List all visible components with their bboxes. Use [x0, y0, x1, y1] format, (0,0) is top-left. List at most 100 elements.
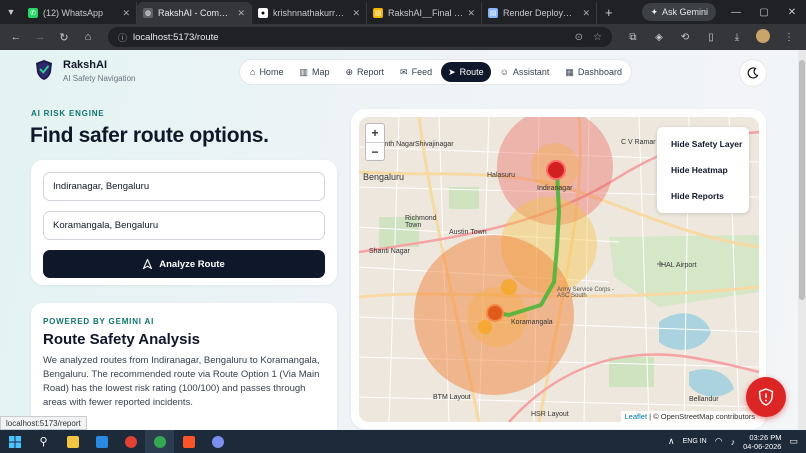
forward-icon[interactable]: →: [30, 27, 50, 47]
kebab-menu-icon[interactable]: ⋮: [778, 32, 800, 43]
map-label: Bengaluru: [363, 172, 405, 182]
theme-toggle-button[interactable]: [739, 59, 767, 87]
ask-gemini-button[interactable]: ✦ Ask Gemini: [642, 3, 716, 21]
main-nav: ⌂ Home ▥ Map ⊕ Report ✉ Feed ➤ Route ☺ Assistant ▦ Da…: [239, 59, 632, 85]
doc-icon: ▤: [488, 8, 498, 18]
brand: RakshAI AI Safety Navigation: [63, 59, 135, 83]
tab-search-icon[interactable]: ▼: [0, 0, 22, 24]
leaflet-link[interactable]: Leaflet: [625, 412, 648, 421]
location-icon[interactable]: ⊙: [575, 32, 583, 43]
map-label: Shanti Nagar: [369, 248, 410, 255]
tab-github[interactable]: ● krishnnathakurr0611-h ✕: [252, 2, 367, 24]
danger-marker[interactable]: [546, 160, 566, 180]
whatsapp-icon: ✆: [28, 8, 38, 18]
clock[interactable]: 03:26 PM 04-06-2026: [743, 433, 781, 451]
analyze-route-button[interactable]: Analyze Route: [43, 250, 325, 278]
osm-attribution: | © OpenStreetMap contributors: [647, 412, 755, 421]
nav-report[interactable]: ⊕ Report: [338, 62, 391, 82]
profile-avatar[interactable]: [752, 28, 774, 46]
map-label: Indiranagar: [537, 185, 573, 192]
site-header: RakshAI AI Safety Navigation ⌂ Home ▥ Map ⊕ R…: [0, 50, 798, 96]
analysis-card: POWERED BY GEMINI AI Route Safety Analys…: [31, 303, 337, 430]
chevron-up-icon[interactable]: ∧: [668, 436, 675, 447]
destination-input[interactable]: [43, 211, 325, 240]
nav-label: Assistant: [512, 67, 550, 77]
site-info-icon[interactable]: ⓘ: [118, 31, 127, 44]
nav-assistant[interactable]: ☺ Assistant: [493, 62, 557, 82]
close-icon[interactable]: ✕: [237, 8, 245, 19]
wifi-icon[interactable]: ◠: [715, 436, 723, 447]
page-scrollbar[interactable]: [798, 50, 806, 430]
globe-icon: ◍: [143, 8, 153, 18]
tab-whatsapp[interactable]: ✆ (12) WhatsApp ✕: [22, 2, 137, 24]
zoom-control: + −: [365, 123, 385, 161]
file-explorer-icon[interactable]: [58, 430, 87, 453]
hide-safety-layer-button[interactable]: Hide Safety Layer: [657, 131, 749, 157]
tab-title: RakshAI__Final · Web: [388, 8, 463, 18]
browser-tab-strip: ▼ ✆ (12) WhatsApp ✕ ◍ RakshAI - Communit…: [0, 0, 806, 24]
github-icon: ●: [258, 8, 268, 18]
brave-icon[interactable]: [174, 430, 203, 453]
split-icon[interactable]: ▯: [700, 32, 722, 43]
map-label: Koramangala: [511, 319, 553, 326]
nav-label: Report: [357, 67, 385, 77]
close-icon[interactable]: ✕: [122, 8, 130, 19]
route-form-card: Analyze Route: [31, 160, 337, 285]
report-icon: ⊕: [345, 66, 354, 77]
history-icon[interactable]: ⟲: [674, 32, 696, 43]
app-icon[interactable]: [203, 430, 232, 453]
nav-home[interactable]: ⌂ Home: [243, 62, 290, 82]
close-icon[interactable]: ✕: [467, 8, 475, 19]
search-icon[interactable]: ⚲: [29, 430, 58, 453]
tab-rakshai-final[interactable]: ▤ RakshAI__Final · Web ✕: [367, 2, 482, 24]
zoom-in-button[interactable]: +: [366, 124, 384, 142]
tab-title: krishnnathakurr0611-h: [273, 8, 349, 18]
nav-route[interactable]: ➤ Route: [441, 62, 491, 82]
bookmark-star-icon[interactable]: ☆: [593, 32, 602, 43]
back-icon[interactable]: ←: [6, 27, 26, 47]
minimize-icon[interactable]: —: [722, 7, 750, 18]
volume-icon[interactable]: ♪: [731, 437, 736, 447]
hide-reports-button[interactable]: Hide Reports: [657, 183, 749, 209]
nav-feed[interactable]: ✉ Feed: [393, 62, 439, 82]
analysis-title: Route Safety Analysis: [43, 331, 200, 348]
map-view[interactable]: Vasanth Nagar Shivajinagar C V Ramar Nag…: [359, 117, 759, 422]
map-label: Bellandur: [689, 396, 719, 403]
tab-rakshai[interactable]: ◍ RakshAI - Community ✕: [137, 2, 252, 24]
close-window-icon[interactable]: ✕: [778, 7, 806, 18]
download-icon[interactable]: ⤓: [726, 32, 748, 43]
map-icon: ▥: [299, 66, 308, 77]
home-icon[interactable]: ⌂: [78, 27, 98, 47]
nav-dashboard[interactable]: ▦ Dashboard: [558, 62, 629, 82]
close-icon[interactable]: ✕: [352, 8, 360, 19]
lang-indicator[interactable]: ENG IN: [683, 438, 707, 445]
windows-start-icon[interactable]: [0, 430, 29, 453]
chrome-icon[interactable]: [116, 430, 145, 453]
tab-render[interactable]: ▤ Render Deployment Is ✕: [482, 2, 597, 24]
reload-icon[interactable]: ↻: [54, 27, 74, 47]
zoom-out-button[interactable]: −: [366, 142, 384, 160]
close-icon[interactable]: ✕: [582, 8, 590, 19]
new-tab-button[interactable]: +: [597, 5, 621, 20]
map-label: HAL Airport: [661, 262, 697, 269]
status-url: localhost:5173/report: [0, 416, 87, 430]
incognito-icon[interactable]: ◈: [648, 32, 670, 43]
assistant-icon: ☺: [499, 67, 509, 77]
sos-shield-button[interactable]: [746, 377, 786, 417]
hide-heatmap-button[interactable]: Hide Heatmap: [657, 157, 749, 183]
address-bar[interactable]: ⓘ localhost:5173/route ⊙ ☆: [108, 27, 612, 47]
vscode-icon[interactable]: [87, 430, 116, 453]
shield-logo-icon[interactable]: [35, 59, 53, 81]
origin-input[interactable]: [43, 172, 325, 201]
warning-marker[interactable]: [486, 304, 504, 322]
tab-title: RakshAI - Community: [158, 8, 233, 18]
nav-map[interactable]: ▥ Map: [292, 62, 336, 82]
page-title: Find safer route options.: [30, 124, 269, 147]
clock-date: 04-06-2026: [743, 441, 782, 451]
map-label: Halasuru: [487, 172, 516, 179]
notification-icon[interactable]: ▭: [789, 436, 798, 447]
chrome-active-icon[interactable]: [145, 430, 174, 453]
maximize-icon[interactable]: ▢: [750, 7, 778, 18]
map-label: Richmond Town: [405, 215, 437, 229]
extensions-icon[interactable]: ⧉: [622, 32, 644, 43]
